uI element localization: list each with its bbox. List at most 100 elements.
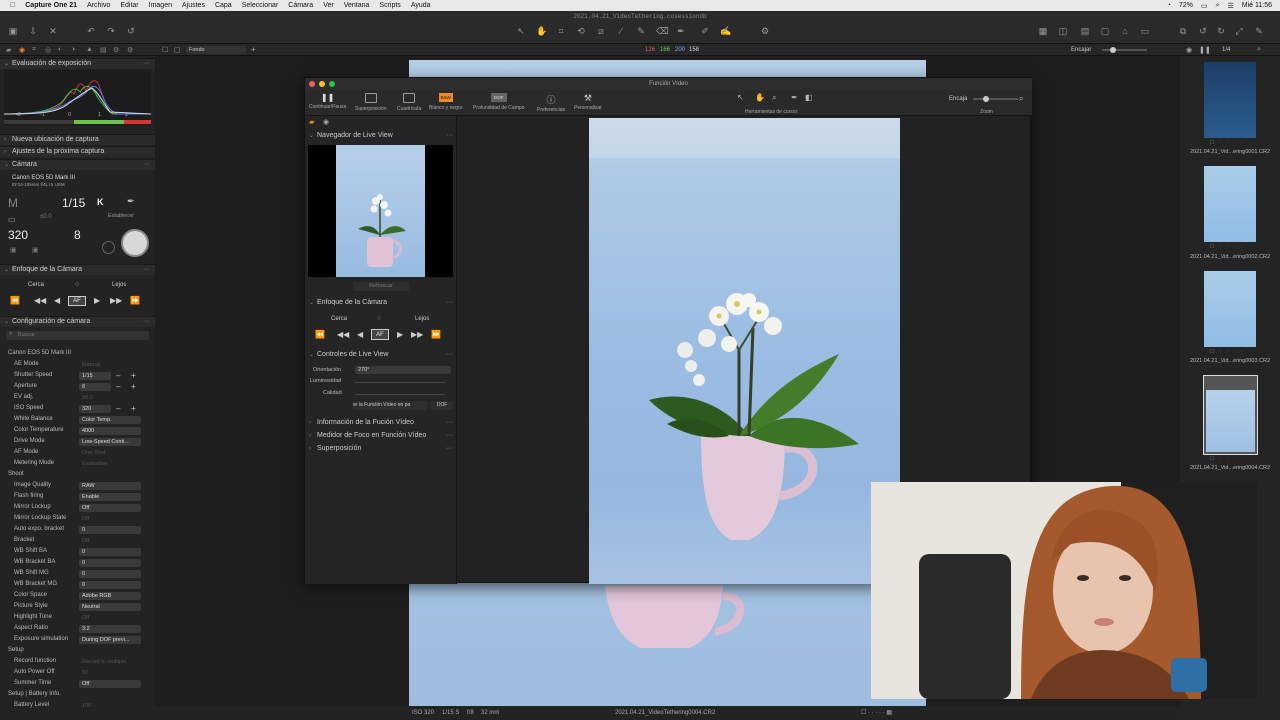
zoom-tool-icon[interactable]: ⌕ [772,93,776,103]
pause-icon[interactable]: ❚❚ [1199,46,1211,54]
battery-icon[interactable]: ▭ [1201,2,1208,10]
focus-near-medium-icon[interactable]: ◀◀ [34,296,46,305]
zoom-search-icon[interactable]: ⌕ [1019,94,1023,104]
group-battery-info[interactable]: Setup | Battery Info. [8,689,61,700]
color-tab-icon[interactable]: ◐ [58,46,62,53]
setting-value-select[interactable]: 0 [79,569,141,578]
setting-value-select[interactable]: Off [79,503,141,512]
decrement-button[interactable]: – [116,370,120,381]
search-icon[interactable]: ⌕ [1216,2,1220,10]
output-tab-icon[interactable]: ⚙ [113,46,119,54]
cursor-select-icon[interactable]: ↖ [737,93,744,102]
decrement-button[interactable]: – [116,381,120,392]
setting-value-select[interactable]: RAW [79,481,141,490]
search-icon-browser[interactable]: ⌕ [1257,46,1261,54]
set-wb-label[interactable]: Establecer [108,213,134,219]
lock-icon[interactable]: ⌂ [1120,27,1130,36]
focus-near-small-icon[interactable]: ◀ [357,330,363,339]
menu-ver[interactable]: Ver [323,2,334,9]
more-options-icon[interactable]: ··· [446,297,453,309]
setting-value-select[interactable]: Neutral [79,602,141,611]
setting-value-select[interactable]: 320 [79,404,111,413]
browser-icon[interactable]: ▤ [1080,27,1090,36]
overlay-tool[interactable]: Superposición [355,93,387,112]
menu-editar[interactable]: Editar [120,2,138,9]
section-video-info[interactable]: › Información de la Fución Vídeo ··· [305,417,457,429]
thumbnail-4-selected[interactable] [1203,375,1258,455]
eye-icon[interactable]: ◉ [1186,46,1192,54]
more-options-icon[interactable]: ··· [143,265,150,275]
menu-ventana[interactable]: Ventana [344,2,370,9]
dof-tool[interactable]: DOF Profundidad de Campo [473,93,524,111]
menu-seleccionar[interactable]: Seleccionar [242,2,279,9]
focus-picker-icon[interactable]: ✒ [791,93,798,102]
orientation-select[interactable]: 270° [355,366,451,374]
section-next-capture-settings[interactable]: › Ajustes de la próxima captura [0,146,155,157]
focus-far-medium-icon[interactable]: ▶▶ [411,330,423,339]
navigator-preview[interactable] [308,145,453,277]
focus-near-small-icon[interactable]: ◀ [54,296,60,305]
menu-archivo[interactable]: Archivo [87,2,110,9]
control-center-icon[interactable]: ☰ [1227,2,1233,10]
more-options-icon[interactable]: ··· [446,430,453,442]
menu-app-name[interactable]: Capture One 21 [25,2,77,9]
rotate-icon[interactable]: ⟲ [576,27,586,36]
menu-camara[interactable]: Cámara [288,2,313,9]
setting-value-select[interactable]: 4000 [79,426,141,435]
bw-tool[interactable]: B&W Blanco y negro [429,93,462,111]
autofocus-button[interactable] [102,241,115,254]
fit-label[interactable]: Encajar [1071,47,1091,53]
setting-value-select[interactable]: Enable [79,492,141,501]
customize-tool[interactable]: ⚒ Personalizar [574,93,602,111]
more-options-icon[interactable]: ··· [143,317,150,327]
redo-icon[interactable]: ↷ [106,27,116,36]
library-icon[interactable]: ▣ [8,27,18,36]
grid-view-icon[interactable]: ▦ [1038,27,1048,36]
autofocus-af-button[interactable]: AF [371,329,389,340]
decrement-button[interactable]: – [116,403,120,414]
rotate-left-icon[interactable]: ↺ [1198,27,1208,36]
crop-tab-icon[interactable]: ⌗ [32,46,36,54]
increment-button[interactable]: + [131,381,136,392]
capture-shutter-button[interactable] [121,229,149,257]
capture-tab-icon[interactable]: ◉ [323,118,329,126]
grid-tool[interactable]: Cuadrícula [397,93,421,112]
keystone-icon[interactable]: ⧄ [596,27,606,36]
pan-hand-icon[interactable]: ✋ [755,93,765,102]
thumbnail-2[interactable] [1204,166,1256,242]
section-camera[interactable]: ⌄ Cámara ··· [0,159,155,170]
increment-button[interactable]: + [131,370,136,381]
setting-value-select[interactable]: 3:2 [79,624,141,633]
viewer-icon[interactable]: ▭ [1140,27,1150,36]
menu-capa[interactable]: Capa [215,2,232,9]
eyedropper-icon[interactable]: ✒ [127,196,135,207]
group-setup[interactable]: Setup [8,645,24,656]
import-icon[interactable]: ⇩ [28,27,38,36]
focus-far-large-icon[interactable]: ⏩ [431,330,441,339]
apple-icon[interactable]:  [10,2,15,9]
setting-value-select[interactable]: 0 [79,580,141,589]
wb-kelvin-label[interactable]: K [97,197,104,207]
menu-imagen[interactable]: Imagen [149,2,172,9]
setting-value-select[interactable]: Color Temp. [79,415,141,424]
gear-icon[interactable]: ⚙ [760,27,770,36]
menu-clock[interactable]: Mié 11:56 [1242,2,1272,9]
increment-button[interactable]: + [131,403,136,414]
setting-value-select[interactable]: 0 [79,547,141,556]
aperture-display[interactable]: 8 [74,228,81,242]
section-camera-focus[interactable]: ⌄ Enfoque de la Cámara ··· [305,297,457,309]
play-pause-tool[interactable]: ❚❚ Continuar/Pausa [309,93,346,110]
thumbnail-1[interactable] [1204,62,1256,138]
video-function-button[interactable]: er la Función Vídeo en pa [353,401,427,410]
spot-icon[interactable]: ∕ [616,27,626,36]
layer-select[interactable]: Fondo [186,46,246,54]
group-shoot[interactable]: Shoot [8,469,24,480]
pen-icon[interactable]: ✎ [1254,27,1264,36]
compare-icon[interactable]: ◫ [1058,27,1068,36]
more-options-icon[interactable]: ··· [143,59,150,69]
folder-tab-icon[interactable]: ▰ [6,46,11,54]
section-live-view-navigator[interactable]: ⌄ Navegador de Live View ··· [305,130,457,142]
thumbnail-3[interactable] [1204,271,1256,347]
group-camera-model[interactable]: Canon EOS 5D Mark III [8,348,71,359]
refresh-button[interactable]: Refrescar [353,282,409,291]
